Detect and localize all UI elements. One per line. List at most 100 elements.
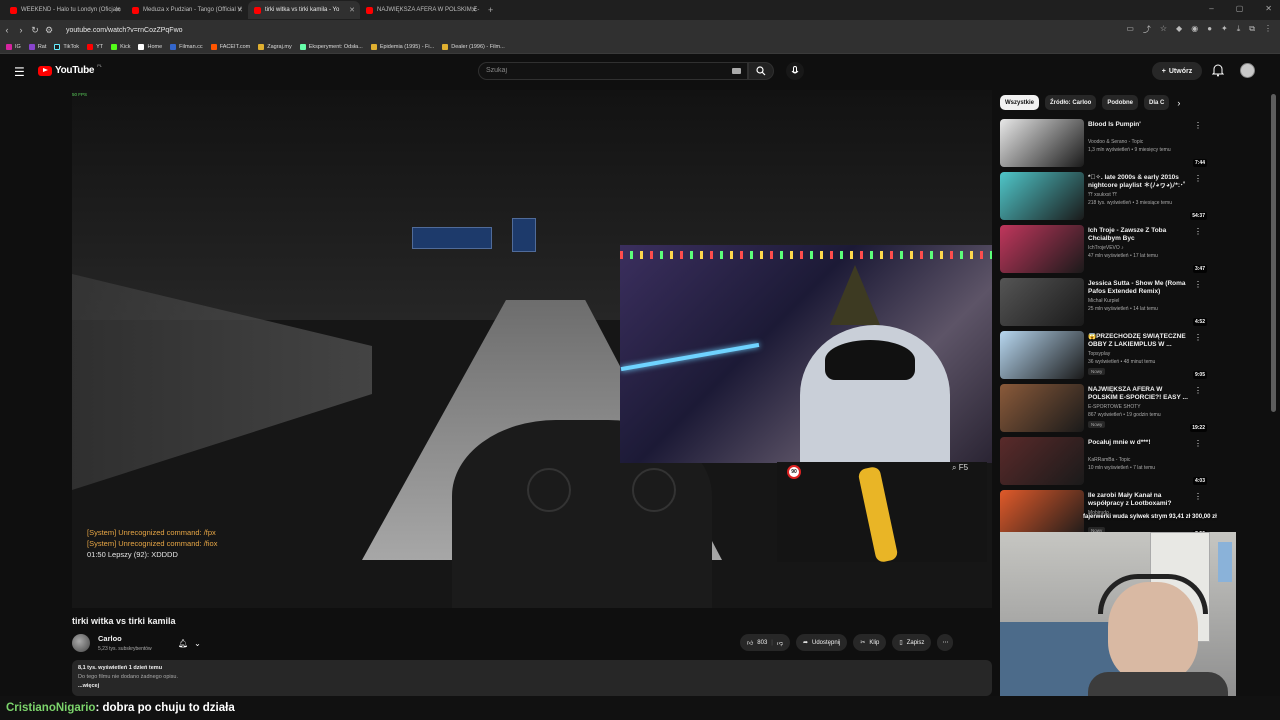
recommendation-channel[interactable]: E-SPORTOWE SHOTY: [1088, 404, 1141, 410]
bookmark-item[interactable]: TikTok: [54, 43, 79, 50]
video-thumbnail[interactable]: [1000, 119, 1084, 167]
bookmark-item[interactable]: Kick: [111, 43, 130, 50]
video-thumbnail[interactable]: [1000, 331, 1084, 379]
clip-button[interactable]: ✂ Klip: [853, 634, 887, 651]
subscription-bell-button[interactable]: 🔔︎ ⌄: [178, 636, 212, 651]
more-options-icon[interactable]: ⋮: [1194, 121, 1202, 130]
video-player[interactable]: 50 FPS [System] Unrecognized command: /f…: [72, 90, 992, 608]
back-icon[interactable]: ‹: [0, 25, 14, 35]
video-thumbnail[interactable]: [1000, 490, 1084, 538]
show-more-link[interactable]: ...więcej: [78, 683, 986, 689]
close-tab-icon[interactable]: ✕: [237, 6, 243, 14]
recommendation-item[interactable]: 19:22 NAJWIĘKSZA AFERA W POLSKIM E-SPORCI…: [1000, 384, 1210, 435]
video-thumbnail[interactable]: [1000, 437, 1084, 485]
video-thumbnail[interactable]: [1000, 384, 1084, 432]
like-button[interactable]: 👍︎ 803 | 👎︎: [740, 634, 790, 651]
recommendation-item[interactable]: 3:47 Ich Troje - Zawsze Z Toba Chcialbym …: [1000, 225, 1210, 276]
minimize-icon[interactable]: –: [1209, 4, 1213, 13]
recommendation-item[interactable]: 4:03 Pocałuj mnie w d***! KaRRamBa - Topic…: [1000, 437, 1210, 488]
bookmark-item[interactable]: Zagraj.my: [258, 43, 292, 50]
more-options-icon[interactable]: ⋮: [1194, 227, 1202, 236]
extension-icon[interactable]: ●: [1207, 24, 1212, 35]
close-window-icon[interactable]: ✕: [1265, 4, 1272, 13]
recommendation-channel[interactable]: Topsyplay: [1088, 351, 1110, 357]
recommendation-item[interactable]: 7:44 Blood Is Pumpin' Voodoo & Serano - To…: [1000, 119, 1210, 170]
voice-search-button[interactable]: [786, 62, 804, 80]
url-field[interactable]: youtube.com/watch?v=rnCozZPqFwo: [66, 27, 183, 34]
more-options-icon[interactable]: ⋮: [1194, 439, 1202, 448]
close-tab-icon[interactable]: ✕: [115, 6, 121, 14]
channel-avatar[interactable]: [72, 634, 90, 652]
close-tab-icon[interactable]: ✕: [471, 6, 477, 14]
puzzle-icon[interactable]: ⧉: [1249, 24, 1255, 35]
channel-name[interactable]: Carloo: [98, 634, 122, 643]
more-options-icon[interactable]: ⋮: [1194, 174, 1202, 183]
cast-icon[interactable]: ▭: [1126, 24, 1134, 35]
recommendation-item[interactable]: 9:05 😱PRZECHODZĘ ŚWIĄTECZNE OBBY Z LAKIEM…: [1000, 331, 1210, 382]
extension-icon[interactable]: ◉: [1191, 24, 1198, 35]
notifications-button[interactable]: [1211, 63, 1226, 79]
create-button[interactable]: + Utwórz: [1152, 62, 1202, 80]
chip-all[interactable]: Wszystkie: [1000, 95, 1040, 110]
share-icon[interactable]: ⤴: [1143, 24, 1151, 35]
recommendation-channel[interactable]: Michał Kurpiel: [1088, 298, 1119, 304]
browser-tab-active[interactable]: tirki witka vs tirki kamila - Yo ✕: [248, 1, 360, 19]
recommendation-item[interactable]: 4:52 Jessica Sutta - Show Me (Roma Pafos …: [1000, 278, 1210, 329]
menu-dots-icon[interactable]: ⋮: [1264, 24, 1272, 35]
recommendation-channel[interactable]: ꔫ xsukxst ꔫ: [1088, 192, 1117, 198]
bookmark-item[interactable]: IG: [6, 43, 21, 50]
bookmark-item[interactable]: FACEIT.com: [210, 43, 250, 50]
recommendation-title[interactable]: 😱PRZECHODZĘ ŚWIĄTECZNE OBBY Z LAKIEMPLUS…: [1088, 333, 1188, 349]
bookmark-item[interactable]: Dealer (1996) - Film...: [442, 43, 505, 50]
more-options-icon[interactable]: ⋮: [1194, 280, 1202, 289]
bookmark-item[interactable]: Filman.cc: [170, 43, 203, 50]
more-actions-button[interactable]: ⋯: [937, 634, 954, 651]
recommendation-channel[interactable]: KaRRamBa - Topic: [1088, 457, 1130, 463]
recommendation-title[interactable]: Blood Is Pumpin': [1088, 121, 1188, 129]
bookmark-star-icon[interactable]: ☆: [1160, 24, 1167, 35]
recommendation-title[interactable]: *ﾟ✧. late 2000s & early 2010s nightcore …: [1088, 174, 1188, 190]
keyboard-icon[interactable]: [732, 68, 741, 74]
search-input[interactable]: [486, 67, 716, 74]
bookmark-item[interactable]: YT: [87, 43, 103, 50]
thumbs-down-icon[interactable]: 👎︎: [777, 639, 783, 647]
hamburger-menu-icon[interactable]: ☰: [14, 65, 25, 79]
site-info-icon[interactable]: ⚙: [42, 25, 56, 36]
close-tab-icon[interactable]: ✕: [349, 6, 355, 14]
browser-tab[interactable]: WEEKEND - Halo tu Londyn (Oficjaln ✕: [4, 1, 126, 19]
recommendation-title[interactable]: NAJWIĘKSZA AFERA W POLSKIM E-SPORCIE?! E…: [1088, 386, 1188, 402]
more-options-icon[interactable]: ⋮: [1194, 333, 1202, 342]
video-thumbnail[interactable]: [1000, 225, 1084, 273]
chip-source[interactable]: Źródło: Carloo: [1045, 95, 1097, 110]
save-button[interactable]: ▯ Zapisz: [892, 634, 932, 651]
recommendation-title[interactable]: Jessica Sutta - Show Me (Roma Pafos Exte…: [1088, 280, 1188, 296]
recommendation-channel[interactable]: Voodoo & Serano - Topic: [1088, 139, 1143, 145]
search-button[interactable]: [748, 62, 774, 80]
recommendation-title[interactable]: Ile zarobi Mały Kanał na współpracy z Lo…: [1088, 492, 1188, 508]
video-thumbnail[interactable]: [1000, 278, 1084, 326]
bookmark-item[interactable]: Epidemia (1995) - Fi...: [370, 43, 434, 50]
download-icon[interactable]: ⤓: [1237, 24, 1241, 35]
sidebar-scrollbar[interactable]: [1271, 94, 1276, 412]
browser-tab[interactable]: Meduza x Pudzian - Tango (Official V ✕: [126, 1, 248, 19]
account-avatar[interactable]: [1240, 63, 1255, 78]
video-thumbnail[interactable]: [1000, 172, 1084, 220]
share-button[interactable]: ➦ Udostępnij: [795, 634, 848, 651]
extension-icon[interactable]: ◆: [1176, 24, 1182, 35]
bookmark-item[interactable]: Eksperyment: Odsła...: [299, 43, 363, 50]
recommendation-title[interactable]: Ich Troje - Zawsze Z Toba Chcialbym Byc: [1088, 227, 1188, 243]
youtube-logo[interactable]: YouTube PL: [38, 63, 102, 76]
new-tab-icon[interactable]: +: [488, 5, 493, 15]
recommendation-title[interactable]: Pocałuj mnie w d***!: [1088, 439, 1188, 447]
more-options-icon[interactable]: ⋮: [1194, 492, 1202, 501]
maximize-icon[interactable]: ▢: [1236, 4, 1244, 13]
bookmark-item[interactable]: Rat: [28, 43, 46, 50]
extension-icon[interactable]: ✦: [1221, 24, 1228, 35]
reload-icon[interactable]: ↻: [28, 25, 42, 36]
chip-for-you[interactable]: Dla C: [1144, 95, 1170, 110]
chip-similar[interactable]: Podobne: [1102, 95, 1139, 110]
recommendation-item[interactable]: 54:37 *ﾟ✧. late 2000s & early 2010s night…: [1000, 172, 1210, 223]
forward-icon[interactable]: ›: [14, 25, 28, 35]
chevron-right-icon[interactable]: ›: [1177, 98, 1180, 108]
description-box[interactable]: 8,1 tys. wyświetleń 1 dzień temu Do tego…: [72, 660, 992, 696]
